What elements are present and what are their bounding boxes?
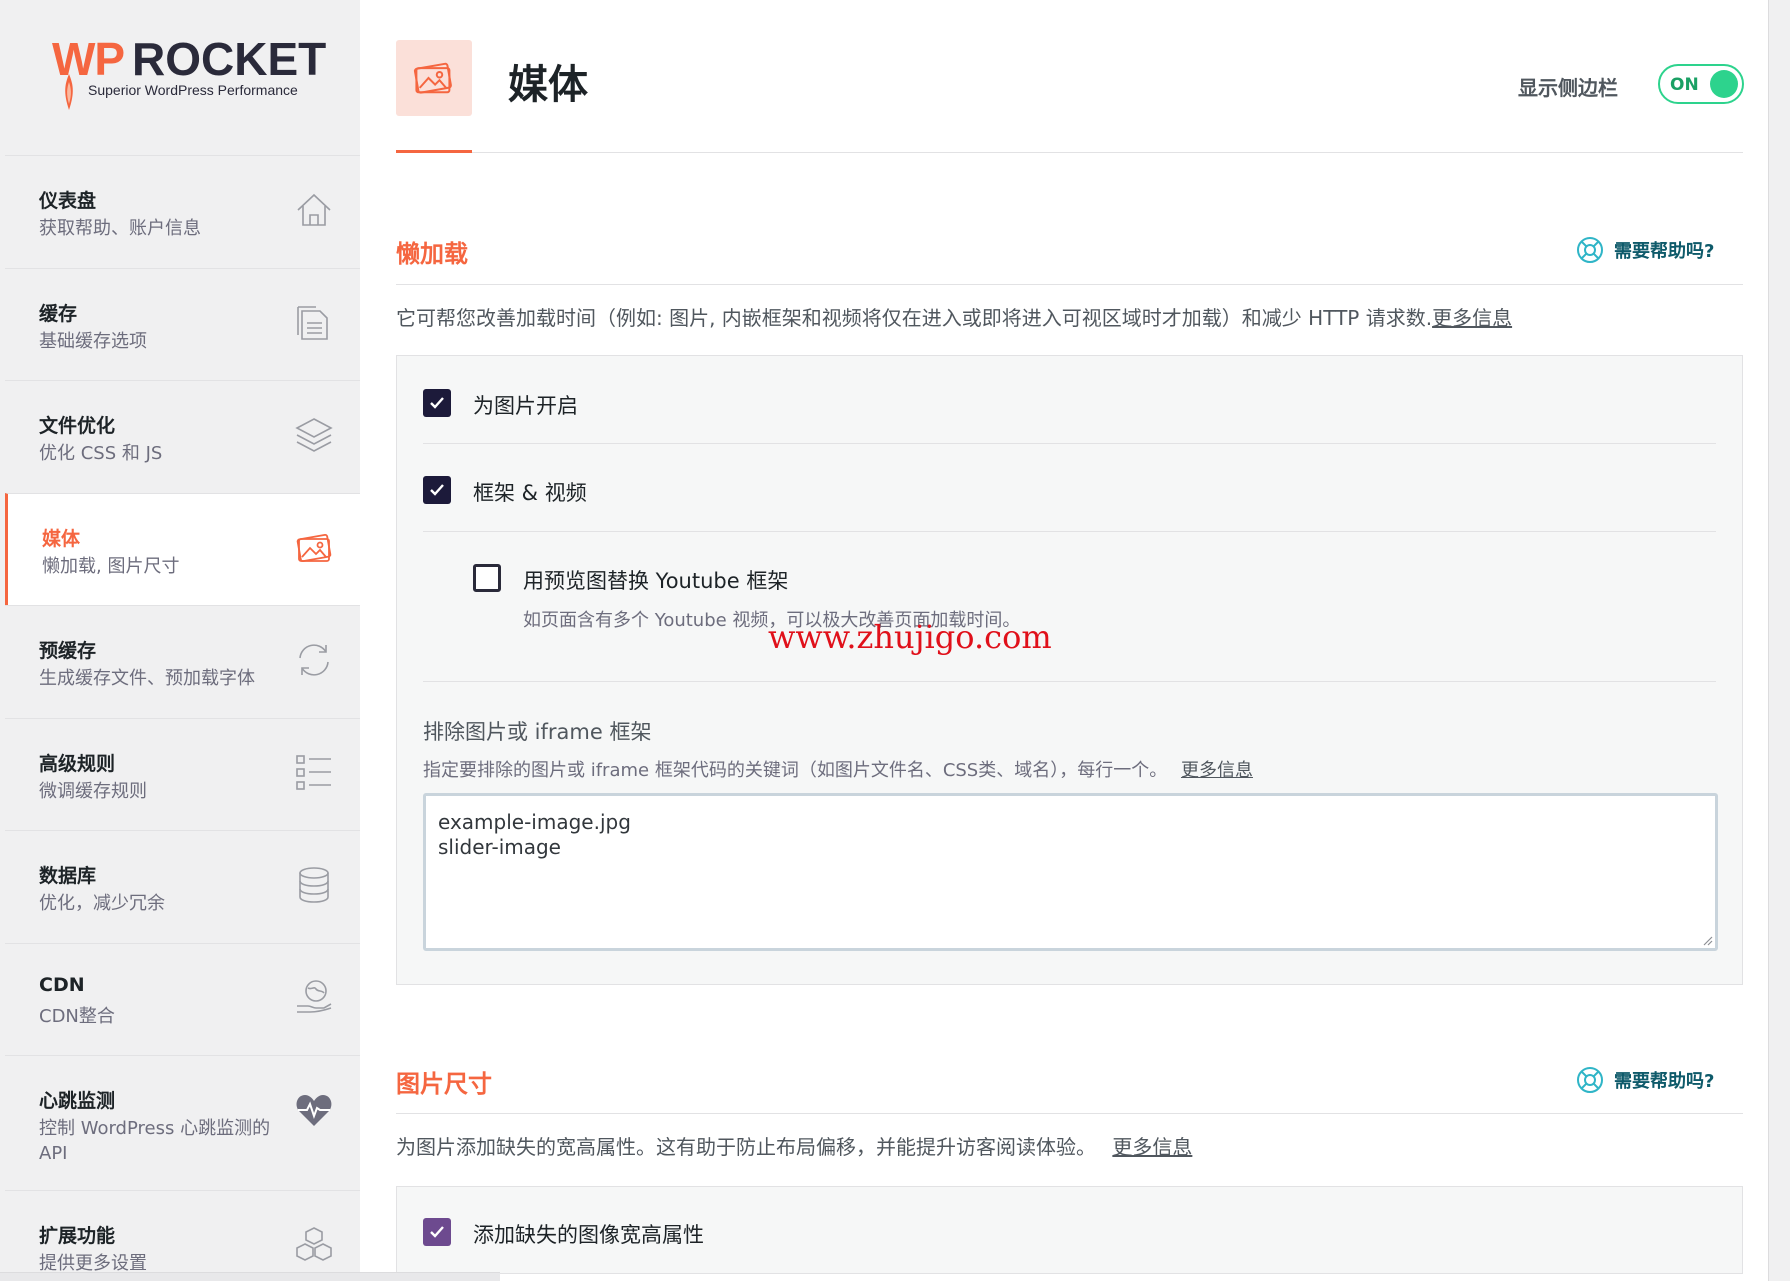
- exclude-line: example-image.jpg: [438, 810, 631, 834]
- sidebar-item-title: 预缓存: [39, 640, 97, 662]
- add-dimensions-label: 添加缺失的图像宽高属性: [473, 1223, 704, 1247]
- images-icon: [413, 62, 452, 94]
- lazyload-iframes-label: 框架 & 视频: [473, 481, 587, 505]
- globe-hand-icon: [294, 978, 334, 1018]
- image-dimensions-panel: 添加缺失的图像宽高属性: [396, 1186, 1743, 1274]
- sidebar-item-dashboard[interactable]: 仪表盘 获取帮助、账户信息: [5, 155, 360, 268]
- lazyload-images-checkbox[interactable]: [423, 389, 451, 417]
- sidebar: WP ROCKET Superior WordPress Performance…: [0, 0, 360, 1281]
- sidebar-item-title: 仪表盘: [39, 190, 97, 212]
- wp-rocket-logo[interactable]: WP ROCKET Superior WordPress Performance: [52, 30, 326, 120]
- exclude-title: 排除图片或 iframe 框架: [423, 720, 652, 744]
- refresh-icon: [294, 640, 334, 680]
- sidebar-item-subtitle: 生成缓存文件、预加载字体: [39, 668, 255, 689]
- lazyload-images-label: 为图片开启: [473, 394, 578, 418]
- sidebar-item-title: 文件优化: [39, 415, 116, 437]
- sidebar-item-title: CDN: [39, 973, 85, 996]
- exclude-textarea[interactable]: example-image.jpg slider-image: [423, 793, 1718, 951]
- sidebar-item-preload[interactable]: 预缓存 生成缓存文件、预加载字体: [5, 605, 360, 718]
- boxes-icon: [294, 1225, 334, 1265]
- lazyload-title: 懒加载: [396, 240, 468, 268]
- section-divider: [396, 284, 1743, 285]
- sidebar-item-title: 数据库: [39, 865, 97, 887]
- sidebar-item-subtitle: 获取帮助、账户信息: [39, 218, 201, 239]
- image-dimensions-description: 为图片添加缺失的宽高属性。这有助于防止布局偏移，并能提升访客阅读体验。 更多信息: [396, 1131, 1192, 1160]
- watermark: www.zhujigo.com: [768, 618, 1052, 656]
- home-icon: [294, 190, 334, 230]
- sidebar-item-title: 缓存: [39, 302, 78, 325]
- scrollbar[interactable]: [1768, 0, 1790, 1281]
- sidebar-item-title: 媒体: [42, 527, 81, 550]
- sidebar-item-cdn[interactable]: CDN CDN整合: [5, 942, 360, 1056]
- sidebar-item-subtitle: 懒加载, 图片尺寸: [42, 555, 180, 577]
- sidebar-item-heartbeat[interactable]: 心跳监测 控制 WordPress 心跳监测的 API: [5, 1055, 360, 1190]
- sidebar-toggle[interactable]: ON: [1658, 64, 1744, 104]
- youtube-preview-checkbox[interactable]: [473, 564, 501, 592]
- resize-handle-icon[interactable]: [1701, 934, 1713, 946]
- help-link-label: 需要帮助吗?: [1614, 1071, 1715, 1092]
- sidebar-item-title: 高级规则: [39, 752, 116, 775]
- logo-tagline: Superior WordPress Performance: [88, 82, 298, 98]
- sidebar-nav: 仪表盘 获取帮助、账户信息 缓存 基础缓存选项 文件优化 优化 CSS 和 JS…: [5, 155, 360, 1281]
- header-divider: [396, 152, 1743, 153]
- description-text: 为图片添加缺失的宽高属性。这有助于防止布局偏移，并能提升访客阅读体验。: [396, 1135, 1096, 1159]
- row-divider: [423, 531, 1716, 532]
- sidebar-item-subtitle: 微调缓存规则: [39, 780, 147, 802]
- exclude-more-info-link[interactable]: 更多信息: [1181, 760, 1253, 781]
- sidebar-item-subtitle: 优化，减少冗余: [39, 893, 165, 914]
- database-icon: [294, 865, 334, 905]
- check-icon: [430, 484, 444, 496]
- toggle-knob: [1710, 70, 1738, 98]
- sidebar-item-media[interactable]: 媒体 懒加载, 图片尺寸: [5, 492, 360, 605]
- sidebar-item-file-optimization[interactable]: 文件优化 优化 CSS 和 JS: [5, 380, 360, 493]
- row-divider: [423, 443, 1716, 444]
- images-icon: [294, 528, 334, 568]
- add-dimensions-checkbox[interactable]: [423, 1218, 451, 1246]
- lazyload-options-panel: 为图片开启 框架 & 视频 用预览图替换 Youtube 框架 如页面含有多个 …: [396, 355, 1743, 985]
- description-text: 它可帮您改善加载时间（例如: 图片, 内嵌框架和视频将仅在进入或即将进入可视区域…: [396, 306, 1433, 330]
- youtube-preview-label: 用预览图替换 Youtube 框架: [523, 569, 789, 593]
- toggle-state: ON: [1670, 75, 1699, 95]
- sidebar-item-title: 扩展功能: [39, 1225, 116, 1247]
- page-title: 媒体: [508, 62, 588, 108]
- sidebar-item-cache[interactable]: 缓存 基础缓存选项: [5, 267, 360, 381]
- more-info-link[interactable]: 更多信息: [1432, 306, 1512, 330]
- image-dimensions-title: 图片尺寸: [396, 1070, 492, 1098]
- sidebar-item-title: 心跳监测: [39, 1090, 116, 1112]
- check-icon: [430, 1226, 444, 1238]
- sidebar-item-subtitle: CDN整合: [39, 1005, 115, 1027]
- more-info-link[interactable]: 更多信息: [1112, 1135, 1192, 1159]
- lazyload-iframes-checkbox[interactable]: [423, 476, 451, 504]
- sidebar-toggle-label: 显示侧边栏: [1518, 76, 1618, 100]
- sidebar-item-subtitle: 控制 WordPress 心跳监测的 API: [39, 1118, 271, 1164]
- bottom-bar: [0, 1272, 500, 1281]
- heartbeat-icon: [294, 1090, 334, 1130]
- lazyload-description: 它可帮您改善加载时间（例如: 图片, 内嵌框架和视频将仅在进入或即将进入可视区域…: [396, 302, 1512, 331]
- row-divider: [423, 681, 1716, 682]
- exclude-description-text: 指定要排除的图片或 iframe 框架代码的关键词（如图片文件名、CSS类、域名…: [423, 760, 1168, 781]
- exclude-line: slider-image: [438, 835, 561, 859]
- sidebar-item-subtitle: 优化 CSS 和 JS: [39, 443, 163, 464]
- lifebuoy-icon: [1577, 237, 1603, 263]
- sidebar-item-addons[interactable]: 扩展功能 提供更多设置: [5, 1190, 360, 1281]
- logo-rocket: ROCKET: [132, 33, 327, 85]
- section-divider: [396, 1113, 1743, 1114]
- layers-icon: [294, 415, 334, 455]
- sidebar-item-database[interactable]: 数据库 优化，减少冗余: [5, 830, 360, 943]
- page-icon: [396, 40, 472, 116]
- image-dimensions-help-link[interactable]: 需要帮助吗?: [1576, 1066, 1714, 1094]
- sidebar-item-advanced-rules[interactable]: 高级规则 微调缓存规则: [5, 717, 360, 831]
- lazyload-help-link[interactable]: 需要帮助吗?: [1576, 236, 1714, 264]
- check-icon: [430, 397, 444, 409]
- sidebar-item-subtitle: 基础缓存选项: [39, 330, 147, 352]
- help-link-label: 需要帮助吗?: [1614, 241, 1715, 262]
- header-accent: [396, 150, 472, 153]
- lifebuoy-icon: [1577, 1067, 1603, 1093]
- file-icon: [294, 303, 334, 343]
- exclude-description: 指定要排除的图片或 iframe 框架代码的关键词（如图片文件名、CSS类、域名…: [423, 756, 1253, 782]
- flame-icon: [65, 74, 73, 110]
- list-icon: [294, 753, 334, 793]
